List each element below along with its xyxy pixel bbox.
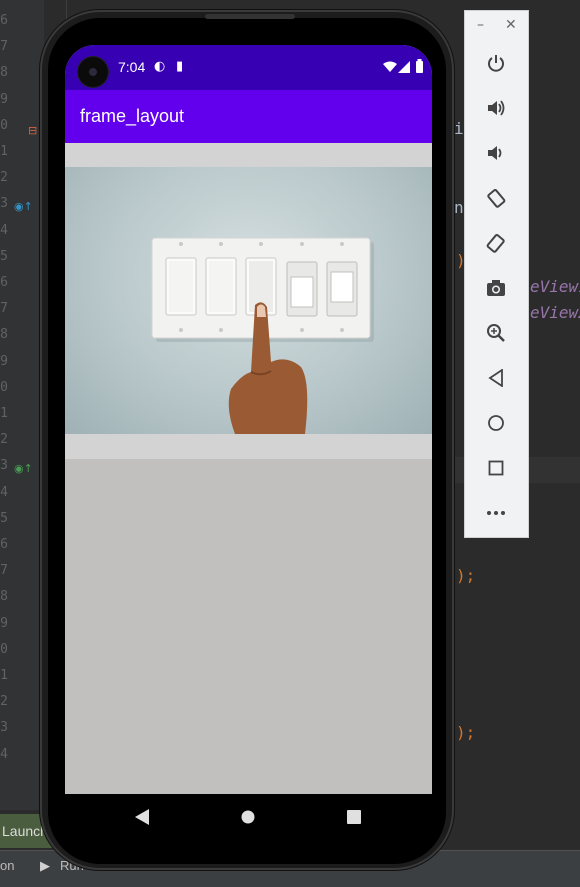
code-semicolon-3: ); <box>456 723 476 742</box>
gutter-line-number: 2 <box>0 694 8 710</box>
more-icon <box>487 511 505 515</box>
gutter-line-number: 5 <box>0 248 8 264</box>
gutter-line-number: 2 <box>0 432 8 448</box>
more-button[interactable] <box>481 498 511 528</box>
back-triangle-icon <box>488 369 503 387</box>
gutter-line-number: 9 <box>0 91 8 107</box>
code-semicolon-2: ); <box>456 566 476 585</box>
gutter-line-number: 1 <box>0 144 8 159</box>
zoom-button[interactable] <box>481 318 511 348</box>
wifi-icon <box>383 61 397 72</box>
gutter-line-number: 6 <box>0 275 8 290</box>
gutter-line-number: 3 <box>0 196 8 212</box>
emulator-toolbar: – ✕ <box>464 10 529 538</box>
light-switch-image <box>65 167 432 434</box>
gutter-line-number: 9 <box>0 353 8 369</box>
minimize-icon[interactable]: – <box>477 17 484 33</box>
gutter-line-number: 4 <box>0 484 8 500</box>
home-button[interactable] <box>481 408 511 438</box>
status-time: 7:04 <box>118 59 146 75</box>
gutter-line-number: 7 <box>0 39 8 55</box>
overview-button[interactable] <box>481 453 511 483</box>
run-icon[interactable]: ▶ <box>40 858 50 874</box>
gutter-line-number: 1 <box>0 668 8 683</box>
rotate-right-icon <box>486 234 505 253</box>
gutter-line-number: 8 <box>0 589 8 605</box>
app-title: frame_layout <box>80 106 185 126</box>
gutter-line-number: 0 <box>0 117 8 133</box>
back-button[interactable] <box>481 363 511 393</box>
power-icon <box>488 55 504 72</box>
gutter-line-number: 2 <box>0 170 8 186</box>
rotate-right-button[interactable] <box>481 228 511 258</box>
gutter-line-number: 3 <box>0 720 8 736</box>
implement-marker-icon: ◉↑ <box>14 462 33 475</box>
sd-card-icon: ▮ <box>176 59 184 74</box>
nav-back-icon[interactable] <box>135 809 149 825</box>
gutter-line-number: 4 <box>0 222 8 238</box>
gutter-line-number: 7 <box>0 563 8 579</box>
gutter-line-number: 3 <box>0 458 8 474</box>
gutter-line-number: 7 <box>0 301 8 317</box>
code-view1: eView1 <box>530 277 580 296</box>
zoom-icon <box>487 324 505 342</box>
volume-down-button[interactable] <box>481 138 511 168</box>
close-icon[interactable]: ✕ <box>505 17 517 33</box>
app-bar: frame_layout <box>65 90 432 143</box>
navigation-bar <box>65 794 432 840</box>
gutter-line-number: 9 <box>0 615 8 631</box>
gutter-line-number: 1 <box>0 406 8 421</box>
overview-square-icon <box>488 460 504 476</box>
volume-up-button[interactable] <box>481 93 511 123</box>
gutter-line-number: 0 <box>0 641 8 657</box>
rotate-left-icon <box>487 189 506 208</box>
sync-icon: ◐ <box>154 59 166 74</box>
bottom-item-on[interactable]: on <box>0 858 14 873</box>
phone-speaker <box>205 14 295 19</box>
nav-home-icon[interactable] <box>241 810 255 824</box>
home-circle-icon <box>488 415 504 431</box>
signal-icon <box>398 61 410 73</box>
device-screen: 7:04 ◐ ▮ frame_layout <box>65 45 432 794</box>
nav-overview-icon[interactable] <box>347 810 361 824</box>
status-bar: 7:04 ◐ ▮ <box>65 45 432 90</box>
frame-layout <box>65 143 432 459</box>
battery-icon <box>416 59 423 73</box>
override-marker-icon: ◉↑ <box>14 200 33 213</box>
volume-up-icon <box>488 100 505 116</box>
gutter-line-number: 8 <box>0 327 8 343</box>
volume-down-icon <box>488 146 502 160</box>
camera-icon <box>487 280 505 296</box>
gutter-line-number: 6 <box>0 13 8 28</box>
power-button[interactable] <box>481 48 511 78</box>
gutter-line-number: 6 <box>0 537 8 552</box>
screenshot-button[interactable] <box>481 273 511 303</box>
gutter-line-number: 5 <box>0 510 8 526</box>
rotate-left-button[interactable] <box>481 183 511 213</box>
class-marker-icon: ⊟ <box>28 124 38 137</box>
code-view2: eView2 <box>530 303 580 322</box>
gutter-line-number: 4 <box>0 746 8 762</box>
front-camera <box>78 57 108 87</box>
gutter-line-number: 8 <box>0 65 8 81</box>
gutter-line-number: 0 <box>0 379 8 395</box>
